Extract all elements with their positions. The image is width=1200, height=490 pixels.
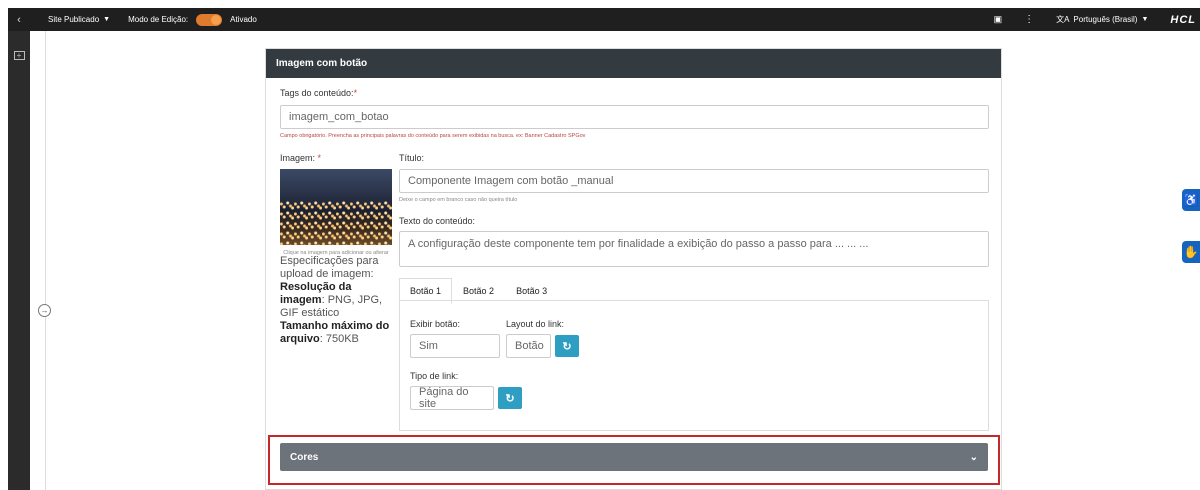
link-layout-input[interactable]: Botão [506, 334, 551, 358]
add-component-icon[interactable]: + [13, 51, 25, 60]
edit-mode-state: Ativado [230, 15, 257, 24]
refresh-icon: ↻ [562, 340, 572, 353]
spec-intro: Especificações para upload de imagem: [280, 255, 379, 280]
tags-hint: Campo obrigatório. Preencha as principai… [280, 133, 586, 139]
refresh-icon: ↻ [505, 392, 515, 405]
card-title: Imagem com botão [266, 49, 1001, 78]
link-layout-value: Botão [515, 340, 544, 352]
link-type-input[interactable]: Página do site [410, 386, 494, 410]
accessibility-icon[interactable]: ♿ [1182, 189, 1200, 211]
site-status-label: Site Publicado [48, 15, 100, 24]
required-mark: * [353, 88, 358, 98]
refresh-layout-button[interactable]: ↻ [555, 335, 579, 357]
show-button-label: Exibir botão: [410, 319, 461, 329]
caret-down-icon: ▼ [103, 16, 111, 23]
spec-size-value: : 750KB [319, 333, 359, 345]
edit-mode-control: Modo de Edição: Ativado [128, 13, 257, 26]
translate-icon: 文A [1056, 15, 1070, 24]
language-label: Português (Brasil) [1073, 15, 1138, 24]
tags-input[interactable]: imagem_com_botao [280, 105, 989, 129]
sign-language-icon[interactable]: ✋ [1182, 241, 1200, 263]
title-input[interactable]: Componente Imagem com botão _manual [399, 169, 989, 193]
more-vertical-icon[interactable]: ⋮ [1024, 14, 1034, 25]
expand-panel-icon[interactable]: → [38, 304, 51, 317]
show-button-value: Sim [419, 340, 438, 352]
edit-mode-toggle[interactable] [196, 13, 223, 26]
image-label: Imagem: [280, 153, 316, 163]
left-rail: + [8, 31, 30, 490]
tags-label: Tags do conteúdo: [280, 88, 354, 98]
link-type-value: Página do site [419, 386, 469, 410]
content-textarea-value: A configuração deste componente tem por … [408, 238, 869, 250]
edit-mode-label: Modo de Edição: [128, 15, 189, 24]
language-selector[interactable]: 文A Português (Brasil) ▼ [1056, 14, 1148, 25]
component-editor-card: Imagem com botão Tags do conteúdo:* imag… [265, 48, 1002, 490]
content-image-thumbnail[interactable] [280, 169, 392, 245]
show-button-input[interactable]: Sim [410, 334, 500, 358]
content-label: Texto do conteúdo: [399, 216, 476, 226]
image-label-row: Imagem: * [280, 153, 321, 163]
hcl-logo: HCL [1170, 13, 1196, 26]
link-layout-label: Layout do link: [506, 319, 565, 329]
divider [45, 31, 46, 490]
tags-input-value: imagem_com_botao [289, 111, 389, 123]
top-toolbar: ‹ Site Publicado ▼ Modo de Edição: Ativa… [8, 8, 1200, 31]
button-tab-panel: Exibir botão: Sim Layout do link: Botão … [399, 300, 989, 431]
page-settings-icon[interactable]: ▣ [994, 14, 1003, 25]
tags-label-row: Tags do conteúdo:* [280, 88, 357, 98]
caret-down-icon: ▼ [1141, 16, 1149, 23]
required-mark: * [317, 153, 322, 163]
image-specifications: Especificações para upload de imagem: Re… [280, 255, 390, 346]
link-type-label: Tipo de link: [410, 371, 459, 381]
chevron-left-icon[interactable]: ‹ [8, 14, 30, 26]
refresh-link-type-button[interactable]: ↻ [498, 387, 522, 409]
title-input-value: Componente Imagem com botão _manual [408, 175, 614, 187]
content-textarea[interactable]: A configuração deste componente tem por … [399, 231, 989, 267]
title-hint: Deixe o campo em branco caso não queira … [399, 197, 518, 203]
site-status-dropdown[interactable]: Site Publicado ▼ [48, 15, 110, 24]
title-label: Título: [399, 153, 425, 163]
highlight-box [268, 435, 1000, 485]
